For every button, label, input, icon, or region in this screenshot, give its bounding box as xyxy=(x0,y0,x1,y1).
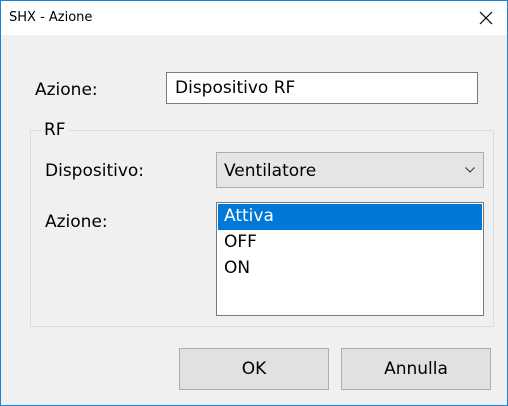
device-dropdown[interactable]: Ventilatore xyxy=(216,152,484,188)
dialog-window: SHX - Azione Azione: Dispositivo RF RF D… xyxy=(0,0,508,406)
list-item-attiva[interactable]: Attiva xyxy=(218,204,482,230)
device-dropdown-value: Ventilatore xyxy=(224,161,317,181)
cancel-button[interactable]: Annulla xyxy=(341,348,491,390)
ok-button[interactable]: OK xyxy=(179,348,329,390)
close-button[interactable] xyxy=(465,1,507,35)
chevron-down-icon xyxy=(465,167,475,173)
rf-action-label: Azione: xyxy=(45,212,108,232)
rf-group-legend: RF xyxy=(41,120,69,140)
device-label: Dispositivo: xyxy=(45,161,145,181)
action-name-label: Azione: xyxy=(35,80,98,100)
rf-action-listbox[interactable]: Attiva OFF ON xyxy=(216,202,484,316)
title-bar: SHX - Azione xyxy=(1,1,507,35)
list-item-off[interactable]: OFF xyxy=(218,230,482,256)
close-icon xyxy=(479,11,493,25)
list-item-on[interactable]: ON xyxy=(218,256,482,282)
action-name-field[interactable]: Dispositivo RF xyxy=(166,72,478,104)
window-title: SHX - Azione xyxy=(9,10,93,25)
